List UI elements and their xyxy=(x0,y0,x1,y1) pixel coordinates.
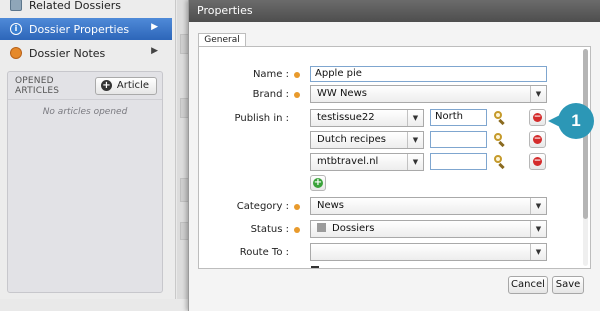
callout-marker: 1 xyxy=(548,103,594,139)
route-to-label: Route To : xyxy=(239,247,289,258)
status-value: Dossiers xyxy=(332,223,375,234)
publication-value: mtbtravel.nl xyxy=(317,156,379,167)
save-button[interactable]: Save xyxy=(552,276,584,294)
publication-value: testissue22 xyxy=(317,112,375,123)
panel-scrollbar[interactable] xyxy=(583,49,588,266)
dialog-title: Properties xyxy=(189,0,600,22)
route-to-select[interactable]: ▼ xyxy=(310,243,547,261)
callout-number: 1 xyxy=(558,103,594,139)
chevron-down-icon: ▼ xyxy=(407,132,423,148)
chevron-right-icon: ▶ xyxy=(151,46,158,56)
empty-articles-message: No articles opened xyxy=(42,107,128,117)
publication-value: Dutch recipes xyxy=(317,134,387,145)
publication-select[interactable]: Dutch recipes ▼ xyxy=(310,131,424,149)
sidebar-item-dossier-notes[interactable]: Dossier Notes ▶ xyxy=(0,42,172,64)
properties-dialog: Properties General Name : Apple pie Bran… xyxy=(188,0,600,311)
add-article-button[interactable]: + Article xyxy=(94,76,157,95)
required-indicator xyxy=(294,92,300,98)
required-indicator xyxy=(294,227,300,233)
opened-articles-header: OPENED ARTICLES + Article xyxy=(8,72,162,100)
general-panel: Name : Apple pie Brand : WW News ▼ Publi… xyxy=(198,46,591,269)
status-color-swatch xyxy=(317,223,326,232)
sidebar-item-label: Related Dossiers xyxy=(29,0,122,12)
remove-icon: − xyxy=(533,112,542,122)
dialog-footer: Cancel Save xyxy=(198,272,591,302)
chevron-down-icon: ▼ xyxy=(530,221,546,237)
sidebar-item-label: Dossier Notes xyxy=(29,46,106,60)
required-indicator xyxy=(294,204,300,210)
edition-field[interactable]: North xyxy=(430,109,487,126)
opened-articles-panel: OPENED ARTICLES + Article No articles op… xyxy=(7,71,163,293)
publish-in-label: Publish in : xyxy=(234,113,290,124)
cancel-button[interactable]: Cancel xyxy=(508,276,548,294)
status-label: Status : xyxy=(250,224,289,235)
remove-publication-button[interactable]: − xyxy=(529,153,546,170)
remove-publication-button[interactable]: − xyxy=(529,131,546,148)
status-select[interactable]: Dossiers ▼ xyxy=(310,220,547,238)
brand-label: Brand : xyxy=(252,89,289,100)
category-value: News xyxy=(317,200,345,211)
notes-icon xyxy=(10,47,22,59)
name-label: Name : xyxy=(252,69,289,80)
chevron-down-icon: ▼ xyxy=(530,198,546,214)
remove-publication-button[interactable]: − xyxy=(529,109,546,126)
required-indicator xyxy=(294,72,300,78)
plus-icon: + xyxy=(100,80,112,91)
chevron-down-icon: ▼ xyxy=(407,154,423,170)
search-icon[interactable] xyxy=(493,133,506,148)
brand-value: WW News xyxy=(317,88,367,99)
chevron-right-icon: ▶ xyxy=(151,22,158,32)
chevron-down-icon: ▼ xyxy=(530,244,546,260)
add-publication-button[interactable]: + xyxy=(310,175,326,191)
edition-field[interactable] xyxy=(430,131,487,148)
remove-icon: − xyxy=(533,134,542,144)
search-icon[interactable] xyxy=(493,155,506,170)
opened-articles-title: OPENED ARTICLES xyxy=(15,75,60,96)
info-icon: i xyxy=(10,23,22,35)
publication-select[interactable]: mtbtravel.nl ▼ xyxy=(310,153,424,171)
add-article-label: Article xyxy=(116,80,149,91)
search-icon[interactable] xyxy=(493,111,506,126)
category-select[interactable]: News ▼ xyxy=(310,197,547,215)
sidebar: Related Dossiers i Dossier Properties ▶ … xyxy=(0,0,176,299)
sidebar-item-label: Dossier Properties xyxy=(29,22,130,36)
checkbox-partial[interactable] xyxy=(311,266,319,268)
add-icon: + xyxy=(313,177,323,188)
sidebar-item-related-dossiers[interactable]: Related Dossiers xyxy=(0,0,172,16)
publication-select[interactable]: testissue22 ▼ xyxy=(310,109,424,127)
related-dossiers-icon xyxy=(10,0,22,11)
category-label: Category : xyxy=(236,201,289,212)
chevron-down-icon: ▼ xyxy=(530,86,546,102)
tab-general[interactable]: General xyxy=(198,33,246,47)
brand-select[interactable]: WW News ▼ xyxy=(310,85,547,103)
remove-icon: − xyxy=(533,156,542,166)
name-field[interactable]: Apple pie xyxy=(310,66,547,82)
sidebar-item-dossier-properties[interactable]: i Dossier Properties ▶ xyxy=(0,18,172,40)
edition-field[interactable] xyxy=(430,153,487,170)
chevron-down-icon: ▼ xyxy=(407,110,423,126)
